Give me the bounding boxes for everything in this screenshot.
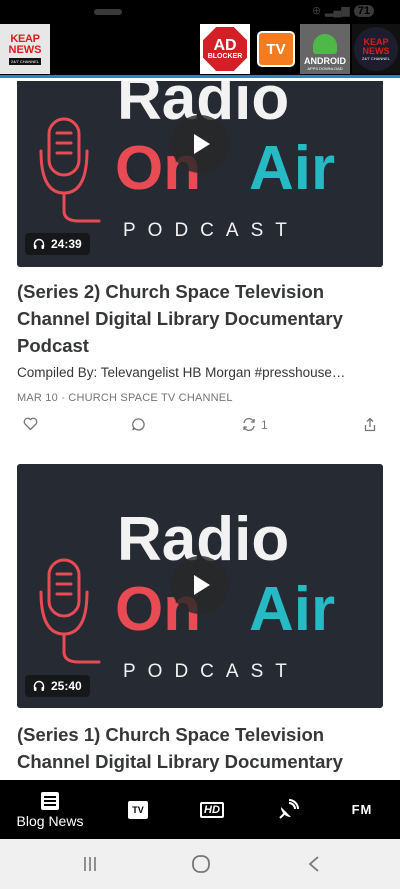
back-icon <box>308 856 319 872</box>
post-title[interactable]: (Series 1) Church Space Television Chann… <box>17 721 383 775</box>
headphones-icon <box>33 238 45 249</box>
nav-fm[interactable]: FM <box>342 780 382 839</box>
back-button[interactable] <box>304 853 324 875</box>
post-title-line: (Series 2) Church Space Television <box>17 281 325 302</box>
tv-icon: TV <box>128 800 148 819</box>
artwork-podcast-text: PODCAST <box>123 220 299 241</box>
logo-tagline: 24/7 CHANNEL <box>8 57 41 65</box>
tv-icon: TV <box>257 31 295 67</box>
nav-blog-news-label: Blog News <box>16 812 84 829</box>
nav-tv[interactable]: TV <box>118 780 158 839</box>
play-button[interactable] <box>171 115 229 173</box>
duration-text: 24:39 <box>51 237 82 251</box>
play-button[interactable] <box>171 556 229 614</box>
bottom-navigation: Blog News TV HD FM <box>0 780 400 839</box>
android-robot-icon <box>313 34 337 54</box>
restack-count: 1 <box>261 417 268 432</box>
home-button[interactable] <box>190 853 212 875</box>
ad-blocker-icon: AD BLOCKER <box>203 27 247 71</box>
recent-apps-button[interactable] <box>80 853 100 875</box>
share-button[interactable] <box>363 417 377 432</box>
status-bar: ⊕ ▂▄▆ 71 <box>0 0 400 24</box>
satellite-dish-icon <box>279 798 299 819</box>
nav-hd-label: HD <box>204 803 220 816</box>
tv-app-label: TV <box>266 40 286 58</box>
logo-text-2: NEWS <box>8 43 42 56</box>
battery-level: 71 <box>353 4 374 17</box>
restack-icon <box>243 417 255 432</box>
system-navigation-bar <box>0 839 400 889</box>
artwork-air-text: Air <box>249 134 335 203</box>
ad-blocker-app-tile[interactable]: AD BLOCKER <box>200 24 250 74</box>
keap-news-app-tile[interactable]: KEAP NEWS 24/7 CHANNEL <box>352 24 400 74</box>
signal-icon: ▂▄▆ <box>325 5 350 17</box>
play-icon <box>194 575 210 595</box>
blog-news-icon <box>41 791 59 810</box>
android-apps-tile[interactable]: ANDROID APPS DOWNLOAD <box>300 24 350 74</box>
hd-video-icon: HD <box>200 801 224 818</box>
duration-text: 25:40 <box>51 679 82 693</box>
restack-button[interactable]: 1 <box>241 417 268 432</box>
keap-news-circle-logo: KEAP NEWS 24/7 CHANNEL <box>354 27 398 71</box>
nav-hd[interactable]: HD <box>192 780 232 839</box>
heart-icon <box>23 417 38 431</box>
nav-blog-news[interactable]: Blog News <box>10 780 90 839</box>
post-title-line: Channel Digital Library Documentary <box>17 308 343 329</box>
duration-badge: 25:40 <box>25 675 90 697</box>
headphones-icon <box>33 680 45 691</box>
artwork-podcast-text: PODCAST <box>123 661 299 682</box>
post-title-line: (Series 1) Church Space Television <box>17 724 325 745</box>
post-meta[interactable]: MAR 10 · CHURCH SPACE TV CHANNEL <box>17 392 233 404</box>
post-title-line: Channel Digital Library Documentary <box>17 751 343 772</box>
nav-satellite[interactable] <box>268 780 308 839</box>
comment-button[interactable] <box>131 417 146 432</box>
post-title-line: Podcast <box>17 335 89 356</box>
fm-radio-icon: FM <box>351 802 373 817</box>
status-icons: ⊕ ▂▄▆ 71 <box>312 4 374 17</box>
logo-text-1: KEAP <box>10 32 40 45</box>
artwork-air-text: Air <box>249 575 335 644</box>
home-icon <box>192 855 210 873</box>
wifi-icon: ⊕ <box>311 5 322 17</box>
keap-circle-tagline: 24/7 CHANNEL <box>361 55 390 61</box>
post-feed[interactable]: Radio On Air PODCAST 24:39 (Series 2) Ch… <box>0 81 400 780</box>
android-label: ANDROID <box>304 56 346 66</box>
tv-app-tile[interactable]: TV <box>254 24 298 74</box>
ad-blocker-label-1: AD <box>213 36 237 54</box>
post-thumbnail[interactable]: Radio On Air PODCAST 24:39 <box>17 81 383 267</box>
post-subtitle: Compiled By: Televangelist HB Morgan #pr… <box>17 365 346 380</box>
keap-circle-text-2: NEWS <box>362 45 390 56</box>
ad-blocker-label-2: BLOCKER <box>207 52 243 60</box>
post-thumbnail[interactable]: Radio On Air PODCAST 25:40 <box>17 464 383 708</box>
comment-icon <box>132 418 145 431</box>
share-icon <box>364 417 376 432</box>
nav-tv-label: TV <box>132 804 144 815</box>
keap-news-logo[interactable]: KEAP NEWS 24/7 CHANNEL <box>0 24 50 74</box>
ad-banner: KEAP NEWS 24/7 CHANNEL AD BLOCKER TV AND… <box>0 24 400 78</box>
status-indicator <box>94 9 122 15</box>
android-sublabel: APPS DOWNLOAD <box>307 66 343 71</box>
play-icon <box>194 134 210 154</box>
post-actions: 1 <box>17 417 383 437</box>
duration-badge: 24:39 <box>25 233 90 255</box>
recent-apps-icon <box>84 857 96 871</box>
post-title[interactable]: (Series 2) Church Space Television Chann… <box>17 278 383 359</box>
like-button[interactable] <box>23 417 38 431</box>
